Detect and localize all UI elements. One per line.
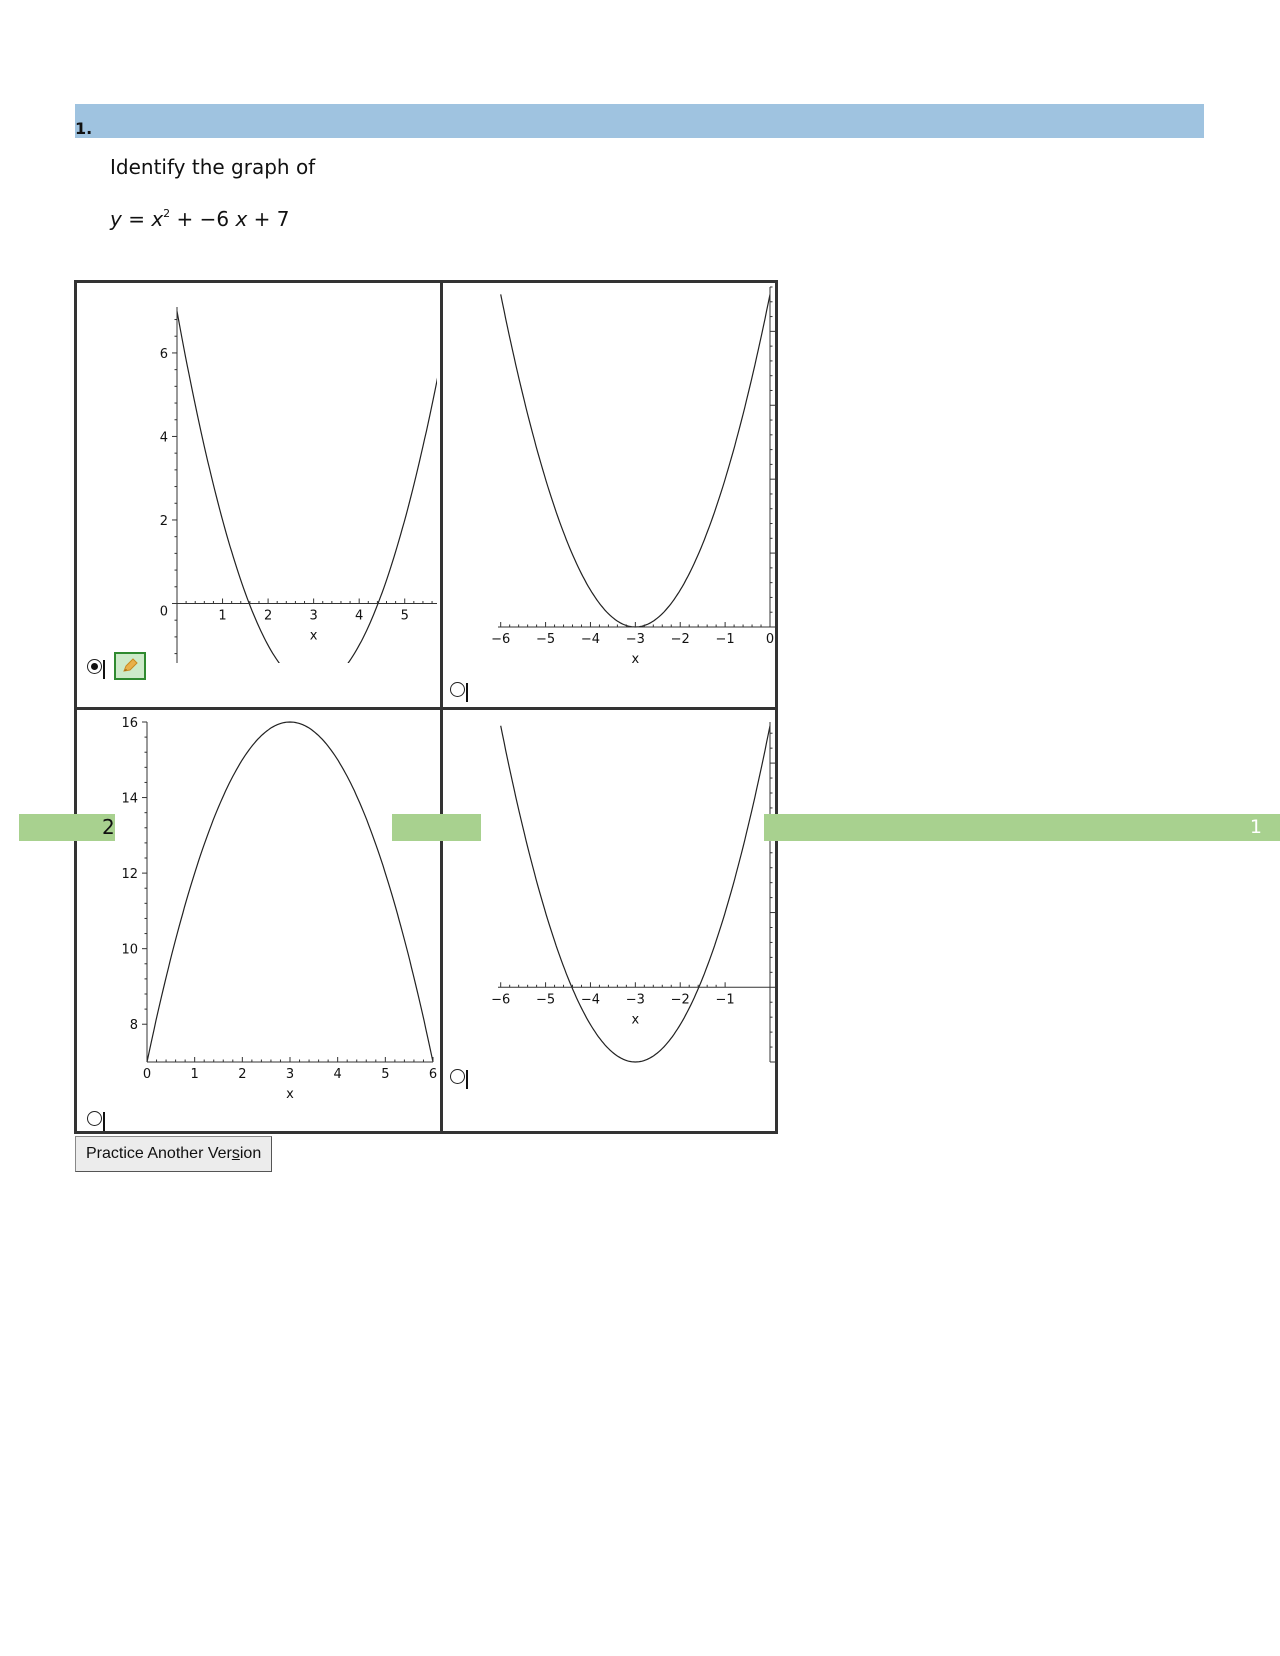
option-graph-top-left: 123456x6420−2	[127, 303, 437, 663]
practice-another-version-button[interactable]: Practice Another Version	[75, 1136, 273, 1172]
y-tick-label: 0	[160, 604, 168, 619]
equation-var-x: x	[235, 207, 248, 231]
graph-svg: 0 1 2 3 4 5 6x161412108	[121, 716, 437, 1102]
x-tick-label: 2	[238, 1067, 246, 1082]
y-tick-label: 16	[121, 716, 138, 731]
x-axis-label: x	[631, 1012, 639, 1027]
y-tick-label: 14	[121, 792, 138, 807]
answer-options-grid: 123456x6420−2 −6−5−4−3−2−10x108642 01234…	[74, 280, 778, 1134]
equation-constant: + 7	[247, 207, 290, 231]
graph-svg: 123456x6420−2	[160, 307, 437, 663]
option-graph-top-right: −6−5−4−3−2−10x108642	[443, 283, 775, 703]
y-tick-label: 12	[121, 867, 138, 882]
x-tick-label: −2	[671, 992, 690, 1007]
y-tick-label: 2	[160, 514, 168, 529]
option-radio-bottom-left[interactable]	[87, 1111, 105, 1131]
button-label-part: Practice Another Ver	[86, 1145, 232, 1162]
x-tick-label: −1	[716, 632, 735, 647]
question-header: 1.	[75, 104, 1204, 138]
x-tick-label: −2	[671, 632, 690, 647]
equation-equals: =	[121, 207, 152, 231]
option-graph-bottom-left: 0 1 2 3 4 5 6 x 16 14 12 10 8	[77, 710, 440, 1131]
page-band	[19, 814, 115, 841]
button-mnemonic: s	[231, 1145, 240, 1162]
x-tick-label: 3	[286, 1067, 294, 1082]
equation-middle-term: + −6	[170, 207, 236, 231]
x-tick-label: 1	[191, 1067, 199, 1082]
correct-answer-mark	[114, 652, 146, 680]
page-band: 1	[764, 814, 1280, 841]
x-tick-label: −6	[491, 992, 510, 1007]
x-tick-label: 1	[218, 608, 226, 623]
x-axis-label: x	[631, 652, 639, 667]
option-radio-bottom-right[interactable]	[450, 1069, 468, 1089]
pencil-icon	[123, 658, 138, 672]
y-tick-label: 4	[160, 430, 168, 445]
x-axis-label: x	[310, 628, 318, 643]
x-tick-label: 4	[334, 1067, 342, 1082]
parabola-curve	[500, 294, 771, 628]
x-tick-label: −4	[581, 632, 600, 647]
option-graph-bottom-right: −6−5−4−3−2−1x6420−2	[443, 710, 775, 1131]
equation-var-y: y	[110, 207, 122, 231]
equation: y = x2 + −6 x + 7	[110, 207, 290, 231]
y-tick-label: 8	[130, 1018, 138, 1033]
x-tick-label: 6	[429, 1067, 437, 1082]
x-tick-label: −5	[536, 992, 555, 1007]
y-tick-label: 6	[160, 347, 168, 362]
x-tick-label: −3	[626, 632, 645, 647]
x-tick-label: −5	[536, 632, 555, 647]
parabola-curve	[176, 311, 437, 663]
x-tick-label: 3	[309, 608, 317, 623]
x-tick-label: −4	[581, 992, 600, 1007]
x-tick-label: 2	[264, 608, 272, 623]
x-tick-label: 0	[143, 1067, 151, 1082]
x-axis-label: x	[286, 1087, 294, 1102]
graph-svg: −6−5−4−3−2−10x108642	[491, 286, 775, 667]
parabola-curve	[146, 721, 434, 1063]
y-tick-label: 10	[121, 943, 138, 958]
option-radio-top-left[interactable]	[87, 659, 105, 679]
x-tick-label: −1	[716, 992, 735, 1007]
page-band	[392, 814, 481, 841]
x-tick-label: 4	[355, 608, 363, 623]
equation-var-x: x	[151, 207, 164, 231]
x-tick-label: −3	[626, 992, 645, 1007]
x-tick-label: 0	[766, 632, 774, 647]
option-radio-top-right[interactable]	[450, 682, 468, 702]
x-tick-label: −6	[491, 632, 510, 647]
question-number: 1.	[75, 119, 93, 138]
x-tick-label: 5	[401, 608, 409, 623]
page-number-right: 1	[1249, 816, 1262, 838]
x-tick-label: 5	[381, 1067, 389, 1082]
button-label-part: ion	[239, 1145, 262, 1162]
graph-svg: −6−5−4−3−2−1x6420−2	[491, 722, 775, 1063]
question-prompt: Identify the graph of	[110, 155, 316, 179]
page-number-left: 2	[102, 815, 115, 839]
